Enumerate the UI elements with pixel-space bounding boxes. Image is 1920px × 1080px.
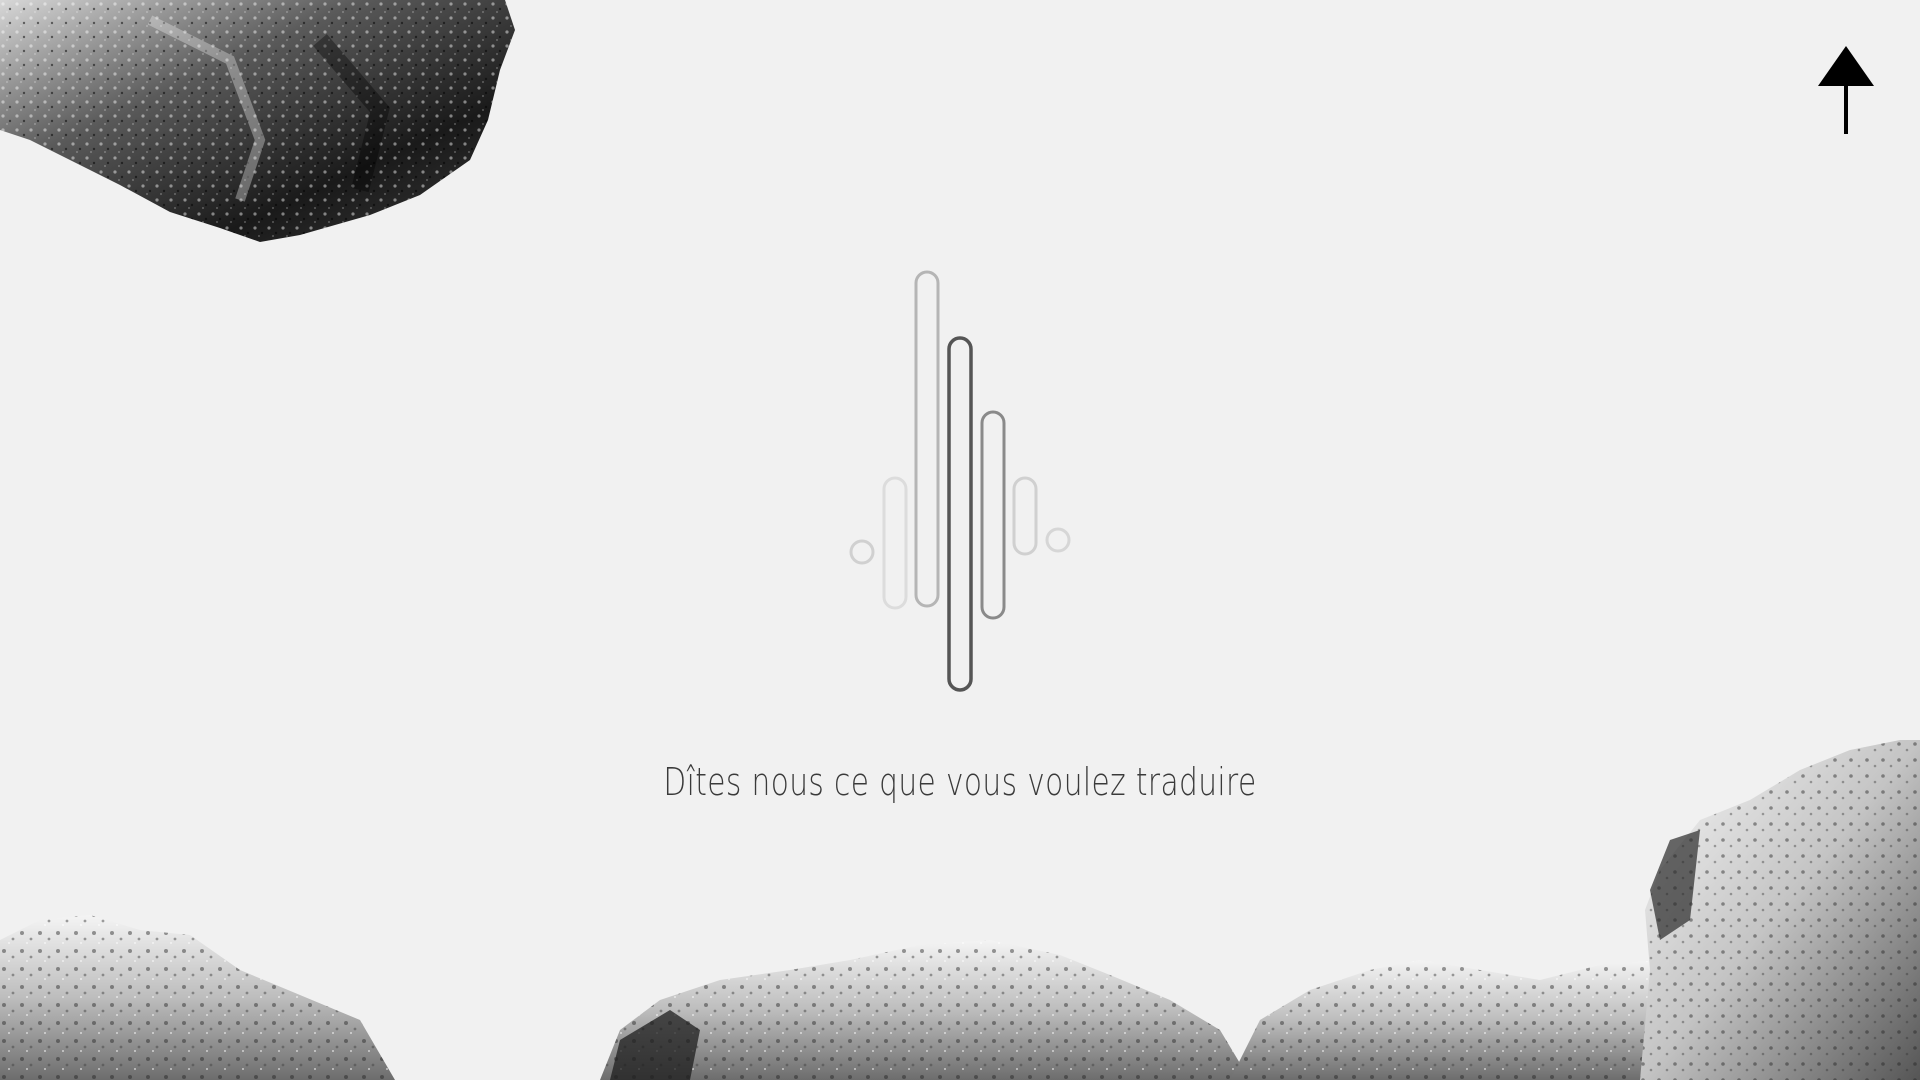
- wave-bar: [882, 476, 908, 610]
- wave-bar: [947, 336, 973, 692]
- rock-image-top-left: [0, 0, 515, 242]
- sound-wave-icon[interactable]: [840, 260, 1080, 700]
- wave-bar: [914, 270, 940, 608]
- wave-bar: [849, 539, 875, 565]
- voice-input-screen: Dîtes nous ce que vous voulez traduire: [0, 0, 1920, 1080]
- wave-bar: [980, 410, 1006, 620]
- wave-bar: [1045, 527, 1071, 553]
- voice-prompt-text: Dîtes nous ce que vous voulez traduire: [663, 760, 1257, 804]
- wave-bar: [1012, 476, 1038, 556]
- arrow-up-icon[interactable]: [1818, 46, 1874, 134]
- rock-image-right: [1640, 740, 1920, 1080]
